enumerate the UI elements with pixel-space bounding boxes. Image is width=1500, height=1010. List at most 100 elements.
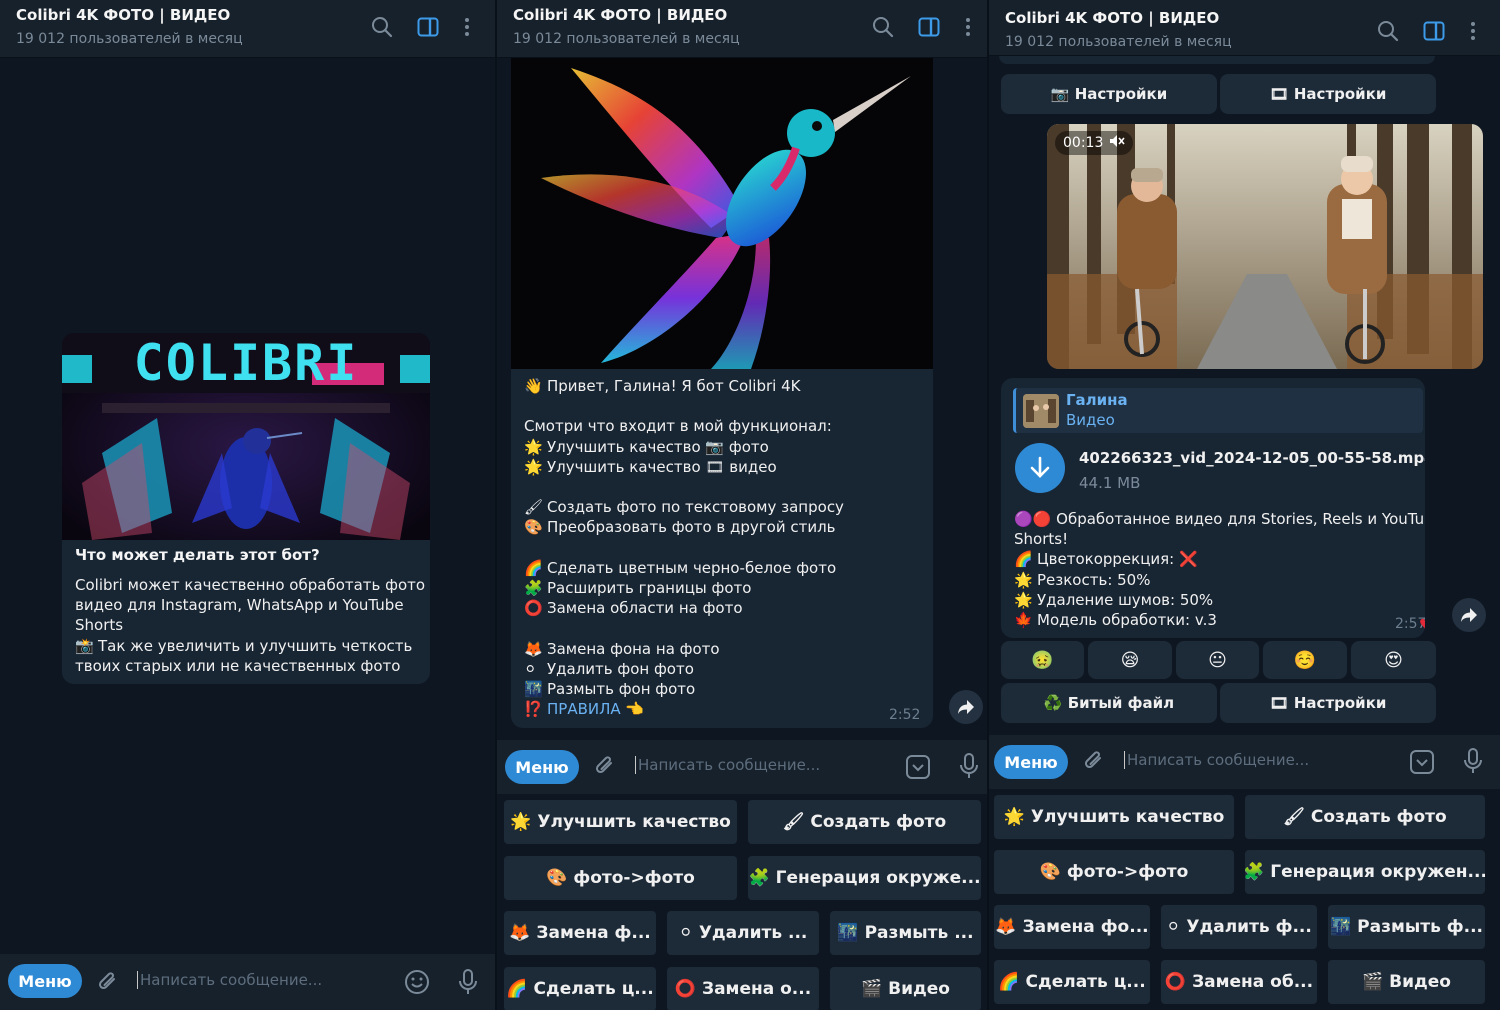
wave-emoji: 👋 — [524, 377, 543, 395]
message-input[interactable]: Написать сообщение... — [1124, 751, 1309, 769]
attach-icon[interactable] — [591, 752, 619, 780]
attach-icon[interactable] — [94, 968, 122, 996]
kb-photo-to-photo-button[interactable]: 🎨 фото->фото — [994, 850, 1234, 894]
kb-photo-to-photo-button[interactable]: 🎨 фото->фото — [504, 856, 737, 900]
kb-create-photo-button[interactable]: 🖌 Создать фото — [748, 800, 981, 844]
reaction-neutral-button[interactable]: 😐 — [1176, 641, 1259, 679]
more-vertical-icon[interactable] — [454, 14, 480, 40]
reply-quote[interactable]: Галина Видео — [1013, 388, 1423, 433]
param-item: 🌈 Цветокоррекция: ❌ — [1014, 550, 1198, 569]
reply-author: Галина — [1066, 391, 1128, 409]
chat-header[interactable]: Colibri 4K ФОТО | ВИДЕО 19 012 пользоват… — [989, 0, 1500, 56]
chat-title: Colibri 4K ФОТО | ВИДЕО — [16, 6, 231, 24]
hummingbird-image[interactable] — [511, 58, 933, 369]
param-item: 🌟 Удаление шумов: 50% — [1014, 590, 1214, 609]
reaction-smiling-button[interactable]: ☺️ — [1263, 641, 1347, 679]
reaction-sleepy-button[interactable]: 😪 — [1088, 641, 1172, 679]
bot-intro-title: Что может делать этот бот? — [75, 546, 320, 564]
processed-video-message: Галина Видео 402266323_vid_2024-12-05_00… — [1001, 378, 1425, 638]
rules-link[interactable]: ПРАВИЛА — [547, 700, 621, 718]
microphone-icon[interactable] — [455, 967, 481, 997]
param-item: 🍁 Модель обработки: v.3 — [1014, 611, 1217, 630]
menu-button[interactable]: Меню — [994, 745, 1068, 779]
kb-replace-area-button[interactable]: ⭕ Замена о... — [667, 967, 819, 1010]
bot-intro-text: Colibri может качественно обработать фот… — [75, 576, 430, 675]
greeting-message: 👋 Привет, Галина! Я бот Colibri 4K Смотри… — [511, 58, 933, 728]
kb-generate-surroundings-button[interactable]: 🧩 Генерация окружен... — [1245, 850, 1485, 894]
chat-subtitle: 19 012 пользователей в месяц — [16, 31, 243, 47]
reaction-heart-eyes-button[interactable]: 😍 — [1351, 641, 1436, 679]
telegram-app: Colibri 4K ФОТО | ВИДЕО 19 012 пользоват… — [0, 0, 1500, 1010]
kb-remove-background-button[interactable]: ⚪ Удалить ... — [667, 911, 819, 955]
processed-video-text: 🟣🔴 Обработанное видео для Stories, Reels… — [1014, 509, 1425, 630]
settings-photo-button[interactable]: 📷 Настройки — [1001, 74, 1217, 114]
chat-subtitle: 19 012 пользователей в месяц — [1005, 34, 1232, 50]
feature-item: 🧩 Расширить границы фото — [524, 579, 752, 598]
microphone-icon[interactable] — [956, 751, 982, 781]
settings-button[interactable]: 🎞 Настройки — [1220, 683, 1436, 723]
bot-intro-card: COLIBRI Что может делать этот бот? Colib… — [62, 333, 430, 684]
kb-colorize-button[interactable]: 🌈 Сделать ц... — [994, 960, 1150, 1004]
chat-header[interactable]: Colibri 4K ФОТО | ВИДЕО 19 012 пользоват… — [497, 0, 987, 58]
camera-flash-emoji: 📸 — [75, 636, 94, 655]
kb-remove-background-button[interactable]: ⚪ Удалить ф... — [1161, 905, 1317, 949]
search-icon[interactable] — [1375, 18, 1401, 44]
kb-replace-area-button[interactable]: ⭕ Замена об... — [1161, 960, 1317, 1004]
kb-blur-background-button[interactable]: 🌃 Размыть ... — [830, 911, 981, 955]
menu-button[interactable]: Меню — [8, 964, 82, 998]
settings-video-button[interactable]: 🎞 Настройки — [1220, 74, 1436, 114]
microphone-icon[interactable] — [1460, 746, 1486, 776]
video-message[interactable]: 00:13 — [1047, 124, 1483, 369]
kb-blur-background-button[interactable]: 🌃 Размыть ф... — [1328, 905, 1485, 949]
sidebar-panel-icon[interactable] — [1421, 18, 1447, 44]
kb-enhance-quality-button[interactable]: 🌟 Улучшить качество — [504, 800, 737, 844]
forward-icon[interactable] — [1452, 598, 1486, 632]
message-input-bar: Меню Написать сообщение... — [497, 740, 987, 794]
keyboard-toggle-icon[interactable] — [1407, 747, 1437, 777]
chat-pane-start: Colibri 4K ФОТО | ВИДЕО 19 012 пользоват… — [0, 0, 495, 1010]
kb-replace-background-button[interactable]: 🦊 Замена ф... — [504, 911, 656, 955]
sidebar-panel-icon[interactable] — [916, 14, 942, 40]
message-input-bar: Меню Написать сообщение... — [989, 735, 1500, 789]
file-size: 44.1 MB — [1079, 474, 1141, 492]
feature-item: 🌃 Размыть фон фото — [524, 680, 696, 699]
feature-item: 🦊 Замена фона на фото — [524, 639, 720, 658]
chat-subtitle: 19 012 пользователей в месяц — [513, 31, 740, 47]
kb-colorize-button[interactable]: 🌈 Сделать ц... — [504, 967, 656, 1010]
kb-generate-surroundings-button[interactable]: 🧩 Генерация окруже... — [748, 856, 981, 900]
feature-item: 🌈 Сделать цветным черно-белое фото — [524, 558, 837, 577]
keyboard-toggle-icon[interactable] — [903, 752, 933, 782]
message-input[interactable]: Написать сообщение... — [635, 756, 820, 774]
more-vertical-icon[interactable] — [1460, 18, 1486, 44]
message-input-bar: Меню Написать сообщение... — [0, 954, 495, 1010]
feature-item: 🎨 Преобразовать фото в другой стиль — [524, 518, 836, 537]
emoji-icon[interactable] — [403, 968, 431, 996]
chat-pane-video-result: 📷 Настройки 🎞 Настройки 00:13 Галина Вид… — [989, 0, 1500, 1010]
broken-file-button[interactable]: ♻️ Битый файл — [1001, 683, 1217, 723]
attach-icon[interactable] — [1080, 747, 1108, 775]
heart-reaction-icon[interactable]: ♥ — [1419, 617, 1425, 633]
reply-type: Видео — [1066, 411, 1115, 429]
kb-video-button[interactable]: 🎬 Видео — [830, 967, 981, 1010]
forward-icon[interactable] — [949, 690, 983, 724]
chat-header[interactable]: Colibri 4K ФОТО | ВИДЕО 19 012 пользоват… — [0, 0, 495, 58]
bot-intro-image: COLIBRI — [62, 333, 430, 540]
sidebar-panel-icon[interactable] — [415, 14, 441, 40]
status-dots-emoji: 🟣🔴 — [1014, 510, 1052, 528]
search-icon[interactable] — [870, 14, 896, 40]
more-vertical-icon[interactable] — [955, 14, 981, 40]
kb-enhance-quality-button[interactable]: 🌟 Улучшить качество — [994, 795, 1234, 839]
kb-replace-background-button[interactable]: 🦊 Замена фо... — [994, 905, 1150, 949]
bot-logo-text: COLIBRI — [133, 334, 359, 392]
chat-pane-greeting: Colibri 4K ФОТО | ВИДЕО 19 012 пользоват… — [497, 0, 987, 1010]
menu-button[interactable]: Меню — [505, 750, 579, 784]
message-input[interactable]: Написать сообщение... — [137, 971, 322, 989]
reaction-nauseated-button[interactable]: 🤢 — [1001, 641, 1084, 679]
search-icon[interactable] — [369, 14, 395, 40]
muted-icon[interactable] — [1109, 134, 1125, 152]
kb-video-button[interactable]: 🎬 Видео — [1328, 960, 1485, 1004]
chat-title: Colibri 4K ФОТО | ВИДЕО — [1005, 9, 1220, 27]
kb-create-photo-button[interactable]: 🖌 Создать фото — [1245, 795, 1485, 839]
download-icon[interactable] — [1015, 443, 1065, 493]
param-item: 🌟 Резкость: 50% — [1014, 570, 1151, 589]
